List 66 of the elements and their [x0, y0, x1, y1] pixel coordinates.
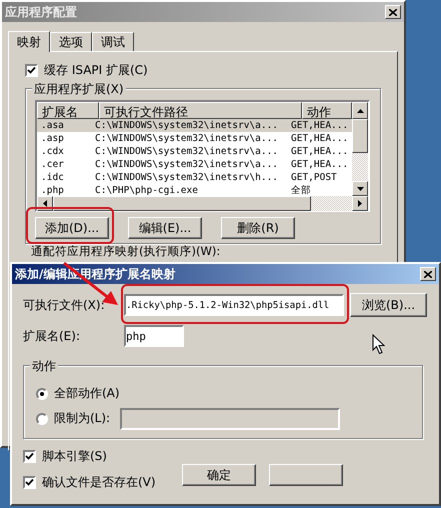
add-button[interactable]: 添加(D)... [35, 217, 109, 239]
scroll-right-icon[interactable] [352, 196, 368, 211]
column-header[interactable]: 扩展名 [37, 102, 99, 119]
list-cell-text: GET,HEA... [290, 145, 350, 158]
group-title: 应用程序扩展(X) [32, 81, 126, 98]
scrollbar-thumb[interactable] [352, 119, 368, 153]
list-cell-text: C:\WINDOWS\system32\inetsrv\h... [94, 171, 280, 184]
column-header[interactable]: 可执行文件路径 [99, 102, 302, 119]
ok-button[interactable]: 确定 [182, 464, 256, 486]
list-cell-text: .cer [40, 158, 65, 171]
browse-button[interactable]: 浏览(B)... [350, 293, 427, 317]
scrollbar[interactable] [352, 119, 368, 196]
list-row[interactable]: .idc C:\WINDOWS\system32\inetsrv\h... GET,POST [37, 171, 352, 184]
checkbox[interactable] [23, 450, 36, 462]
list-cell-text: C:\PHP\php-cgi.exe [94, 184, 199, 196]
input-field[interactable]: php [124, 325, 184, 347]
scrollbar[interactable] [37, 196, 368, 211]
list-cell-text: .asp [40, 132, 65, 145]
list-cell-text: C:\WINDOWS\system32\inetsrv\a... [94, 119, 280, 132]
list-cell-text: .php [40, 184, 65, 196]
list-cell-text: C:\WINDOWS\system32\inetsrv\a... [94, 158, 280, 171]
tab[interactable]: 调试 [92, 32, 134, 51]
scrollbar-thumb[interactable] [53, 196, 311, 211]
group-title: 动作 [30, 358, 58, 375]
tab[interactable]: 映射 [8, 31, 50, 52]
field-label: 扩展名(E): [23, 328, 81, 344]
edit-button[interactable]: 编辑(E)... [128, 217, 202, 239]
radio-label: 限制为(L): [54, 410, 112, 427]
list-cell-text: .cdx [40, 145, 65, 158]
checkbox-label: 脚本引擎(S) [42, 448, 107, 464]
section-label: 通配符应用程序映射(执行顺序)(W): [31, 245, 220, 258]
list-cell-text: GET,HEA... [290, 119, 350, 132]
list-cell-text: GET,POST [290, 171, 338, 184]
list-view[interactable] [35, 100, 370, 212]
list-cell-text: .idc [40, 171, 65, 184]
radio-label: 全部动作(A) [54, 385, 120, 402]
list-cell-text: C:\WINDOWS\system32\inetsrv\a... [94, 145, 280, 158]
close-icon [424, 270, 432, 278]
list-row[interactable]: .asp C:\WINDOWS\system32\inetsrv\a... GET,HEA... [37, 132, 352, 145]
list-row[interactable]: .cer C:\WINDOWS\system32\inetsrv\a... GET,HEA... [37, 158, 352, 171]
checkbox[interactable] [23, 476, 36, 488]
close-icon [389, 8, 397, 16]
input-field[interactable]: .Ricky\php-5.1.2-Win32\php5isapi.dll [124, 294, 344, 316]
scroll-down-icon[interactable] [352, 181, 368, 196]
scroll-up-icon[interactable] [352, 102, 368, 119]
list-cell-text: C:\WINDOWS\system32\inetsrv\a... [94, 132, 280, 145]
list-cell-text: GET,HEA... [290, 158, 350, 171]
column-header[interactable]: 动作 [302, 102, 352, 119]
delete-button[interactable]: 删除(R) [221, 217, 295, 239]
checkbox-label: 缓存 ISAPI 扩展(C) [44, 62, 148, 78]
tab[interactable]: 选项 [50, 32, 92, 51]
window-title: 应用程序配置 [5, 4, 77, 20]
dialog-button[interactable] [269, 464, 343, 486]
checkbox-label: 确认文件是否存在(V) [42, 474, 156, 490]
list-row[interactable]: .asa C:\WINDOWS\system32\inetsrv\a... GET,HEA... [37, 119, 352, 132]
close-button[interactable] [420, 267, 436, 281]
list-row[interactable]: .php C:\PHP\php-cgi.exe 全部 [37, 184, 352, 196]
radio-button[interactable] [36, 388, 48, 400]
list-row[interactable]: .cdx C:\WINDOWS\system32\inetsrv\a... GET,HEA... [37, 145, 352, 158]
list-cell-text: 全部 [290, 184, 312, 196]
field-label: 可执行文件(X): [23, 296, 106, 314]
radio-button[interactable] [36, 412, 48, 424]
list-cell-text: GET,HEA... [290, 132, 350, 145]
checkbox[interactable] [25, 64, 38, 76]
mouse-pointer-icon [372, 334, 386, 355]
list-cell-text: .asa [40, 119, 65, 132]
